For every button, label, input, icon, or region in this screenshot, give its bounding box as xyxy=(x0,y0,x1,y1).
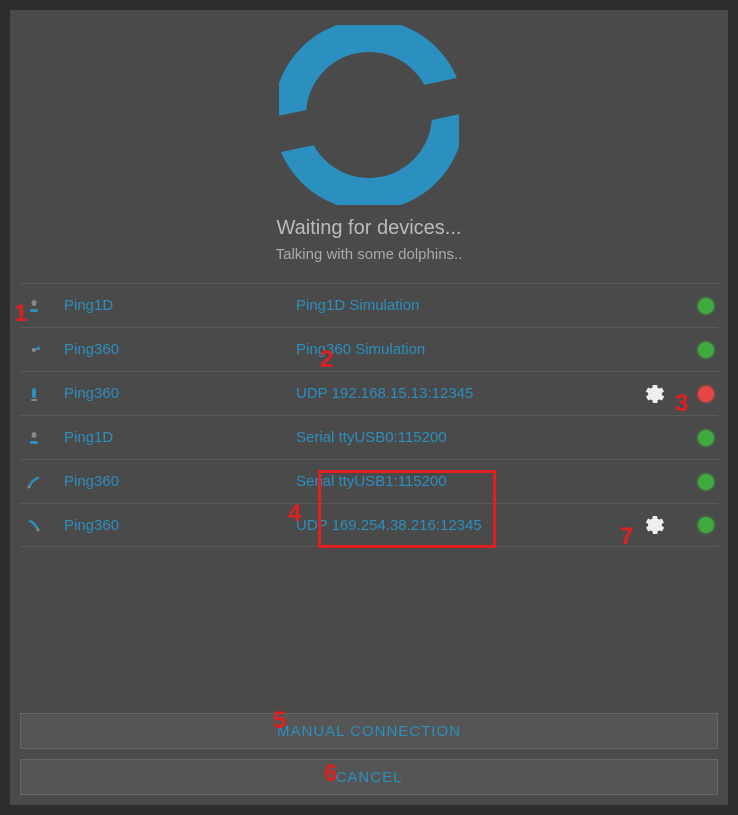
status-indicator xyxy=(698,342,714,358)
device-type-icon xyxy=(20,517,48,533)
status-indicator xyxy=(698,386,714,402)
device-detail: UDP 169.254.38.216:12345 xyxy=(276,517,640,534)
waiting-label: Waiting for devices... xyxy=(277,217,462,240)
device-row[interactable]: Ping360 Serial ttyUSB1:115200 xyxy=(20,459,718,503)
device-name: Ping360 xyxy=(56,385,276,402)
status-indicator xyxy=(698,474,714,490)
device-list: Ping1D Ping1D Simulation Ping360 Ping360… xyxy=(10,283,728,547)
settings-button[interactable] xyxy=(640,383,670,405)
cancel-button[interactable]: CANCEL xyxy=(20,759,718,795)
device-name: Ping1D xyxy=(56,429,276,446)
device-type-icon xyxy=(20,430,48,446)
device-row[interactable]: Ping1D Serial ttyUSB0:115200 xyxy=(20,415,718,459)
status-indicator xyxy=(698,430,714,446)
device-detail: Serial ttyUSB1:115200 xyxy=(276,473,640,490)
device-row[interactable]: Ping360 UDP 169.254.38.216:12345 xyxy=(20,503,718,547)
manual-connection-button[interactable]: MANUAL CONNECTION xyxy=(20,713,718,749)
status-indicator xyxy=(698,298,714,314)
device-type-icon xyxy=(20,298,48,314)
device-name: Ping360 xyxy=(56,341,276,358)
device-type-icon xyxy=(20,474,48,490)
device-detail: Ping360 Simulation xyxy=(276,341,640,358)
device-detail: Serial ttyUSB0:115200 xyxy=(276,429,640,446)
device-row[interactable]: Ping360 UDP 192.168.15.13:12345 xyxy=(20,371,718,415)
app-logo xyxy=(279,25,459,205)
device-name: Ping1D xyxy=(56,297,276,314)
device-name: Ping360 xyxy=(56,473,276,490)
device-name: Ping360 xyxy=(56,517,276,534)
device-detail: UDP 192.168.15.13:12345 xyxy=(276,385,640,402)
device-type-icon xyxy=(20,342,48,358)
gear-icon xyxy=(644,383,666,405)
gear-icon xyxy=(644,514,666,536)
subtitle-label: Talking with some dolphins.. xyxy=(276,246,463,263)
device-type-icon xyxy=(20,386,48,402)
device-discovery-panel: Waiting for devices... Talking with some… xyxy=(10,10,728,805)
device-row[interactable]: Ping1D Ping1D Simulation xyxy=(20,283,718,327)
button-area: MANUAL CONNECTION CANCEL xyxy=(10,703,728,805)
header-section: Waiting for devices... Talking with some… xyxy=(10,25,728,263)
status-indicator xyxy=(698,517,714,533)
device-row[interactable]: Ping360 Ping360 Simulation xyxy=(20,327,718,371)
device-detail: Ping1D Simulation xyxy=(276,297,640,314)
settings-button[interactable] xyxy=(640,514,670,536)
